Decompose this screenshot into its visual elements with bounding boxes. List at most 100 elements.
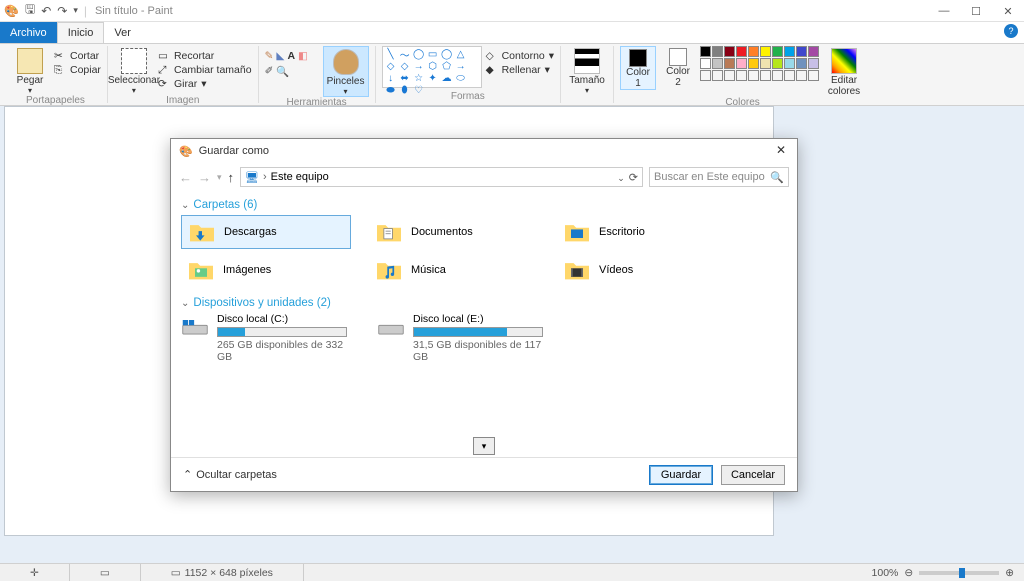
paint-icon: 🎨 xyxy=(179,145,193,158)
scissors-icon: ✂ xyxy=(54,50,66,62)
zoom-value: 100% xyxy=(872,567,899,579)
resize-button[interactable]: ⤢Cambiar tamaño xyxy=(158,64,252,76)
clipboard-icon xyxy=(17,48,43,74)
close-button[interactable]: ✕ xyxy=(992,0,1024,22)
chevron-up-icon: ⌃ xyxy=(183,468,192,481)
fill-tool[interactable]: ◣ xyxy=(276,50,284,62)
rotate-icon: ⟳ xyxy=(158,78,170,90)
size-icon xyxy=(574,48,600,74)
maximize-button[interactable]: ☐ xyxy=(960,0,992,22)
zoom-slider[interactable] xyxy=(919,571,999,575)
edit-colors-button[interactable]: Editar colores xyxy=(823,46,865,97)
color-palette[interactable] xyxy=(700,46,819,81)
drives-section-header[interactable]: ⌄ Dispositivos y unidades (2) xyxy=(181,297,787,309)
selection-icon: ▭ xyxy=(100,567,110,579)
drive-icon xyxy=(377,313,405,341)
folder-musica[interactable]: Música xyxy=(369,253,539,287)
pencil-tool[interactable]: ✎ xyxy=(265,50,274,62)
filetype-dropdown[interactable]: ▾ xyxy=(473,437,495,455)
color1-swatch xyxy=(629,49,647,67)
drive-name: Disco local (E:) xyxy=(413,313,553,325)
help-icon[interactable]: ? xyxy=(1004,24,1018,38)
folder-videos[interactable]: Vídeos xyxy=(557,253,727,287)
zoom-in-button[interactable]: ⊕ xyxy=(1005,567,1014,579)
text-tool[interactable]: A xyxy=(287,50,295,62)
tab-file[interactable]: Archivo xyxy=(0,22,57,43)
back-button[interactable]: ← xyxy=(179,170,192,185)
hide-folders-button[interactable]: ⌃ Ocultar carpetas xyxy=(183,468,277,481)
minimize-button[interactable]: — xyxy=(928,0,960,22)
folder-documentos[interactable]: Documentos xyxy=(369,215,539,249)
color2-button[interactable]: Color 2 xyxy=(660,46,696,88)
downloads-folder-icon xyxy=(188,220,216,244)
undo-icon[interactable]: ↶ xyxy=(41,4,51,18)
drive-c[interactable]: Disco local (C:) 265 GB disponibles de 3… xyxy=(181,313,357,363)
qat-dropdown-icon[interactable]: ▾ xyxy=(73,5,78,16)
tab-home[interactable]: Inicio xyxy=(57,22,105,43)
search-input[interactable]: Buscar en Este equipo 🔍 xyxy=(649,167,789,187)
dialog-close-button[interactable]: ✕ xyxy=(769,141,793,159)
tab-view[interactable]: Ver xyxy=(104,22,141,43)
paint-icon: 🎨 xyxy=(4,4,19,18)
folder-escritorio[interactable]: Escritorio xyxy=(557,215,727,249)
select-icon xyxy=(121,48,147,74)
rotate-button[interactable]: ⟳Girar ▾ xyxy=(158,78,252,90)
zoom-controls: 100% ⊖ ⊕ xyxy=(872,567,1024,579)
fill-button[interactable]: ◆Rellenar ▾ xyxy=(486,64,554,76)
shapes-gallery[interactable]: ╲〜◯▭◯△◇ ◇→⬡⬠→↓⬌ ☆✦☁⬭⬬⬮♡ xyxy=(382,46,482,88)
dims-icon: ▭ xyxy=(171,567,181,579)
folder-imagenes[interactable]: Imágenes xyxy=(181,253,351,287)
outline-button[interactable]: ◇Contorno ▾ xyxy=(486,50,554,62)
save-button[interactable]: Guardar xyxy=(649,465,713,485)
color1-button[interactable]: Color 1 xyxy=(620,46,656,90)
dialog-nav: ← → ▾ ↑ 🖥 › Este equipo ⌄⟳ Buscar en Est… xyxy=(171,163,797,191)
chevron-down-icon: ⌄ xyxy=(181,298,189,309)
dropdown-icon[interactable]: ⌄ xyxy=(617,173,625,183)
cut-button[interactable]: ✂Cortar xyxy=(54,50,101,62)
group-image: Seleccionar ▾ ▭Recortar ⤢Cambiar tamaño … xyxy=(108,46,259,103)
filetype-row: ▾ xyxy=(171,435,797,457)
color2-swatch xyxy=(669,48,687,66)
copy-icon: ⎘ xyxy=(54,64,66,76)
crop-button[interactable]: ▭Recortar xyxy=(158,50,252,62)
dialog-content: ⌄ Carpetas (6) Descargas Documentos Escr… xyxy=(171,191,797,435)
copy-button[interactable]: ⎘Copiar xyxy=(54,64,101,76)
computer-icon: 🖥 xyxy=(245,171,259,184)
group-tools: ✎ ◣ A ◧ ✐ 🔍 Pinceles ▾ Herramientas xyxy=(259,46,376,103)
outline-icon: ◇ xyxy=(486,50,498,62)
refresh-icon[interactable]: ⟳ xyxy=(629,172,638,184)
zoom-out-button[interactable]: ⊖ xyxy=(904,567,913,579)
eraser-tool[interactable]: ◧ xyxy=(298,50,308,62)
drive-icon xyxy=(181,313,209,341)
save-icon[interactable]: 🖫 xyxy=(25,0,35,21)
folders-section-header[interactable]: ⌄ Carpetas (6) xyxy=(181,199,787,211)
save-dialog: 🎨 Guardar como ✕ ← → ▾ ↑ 🖥 › Este equipo… xyxy=(170,138,798,492)
titlebar: 🎨 🖫 ↶ ↷ ▾ | Sin título - Paint — ☐ ✕ xyxy=(0,0,1024,22)
pictures-folder-icon xyxy=(187,258,215,282)
resize-icon: ⤢ xyxy=(158,64,170,76)
paste-button[interactable]: Pegar ▾ xyxy=(10,46,50,95)
picker-tool[interactable]: ✐ xyxy=(265,65,274,78)
quick-access-toolbar: 🎨 🖫 ↶ ↷ ▾ | xyxy=(4,0,87,21)
cancel-button[interactable]: Cancelar xyxy=(721,465,785,485)
cursor-pos: ✛ xyxy=(0,564,70,581)
folder-descargas[interactable]: Descargas xyxy=(181,215,351,249)
magnifier-tool[interactable]: 🔍 xyxy=(276,65,289,78)
dialog-title: Guardar como xyxy=(199,145,269,157)
drive-free-text: 265 GB disponibles de 332 GB xyxy=(217,339,357,363)
ribbon: Pegar ▾ ✂Cortar ⎘Copiar Portapapeles Sel… xyxy=(0,44,1024,106)
up-button[interactable]: ↑ xyxy=(228,170,235,185)
drive-e[interactable]: Disco local (E:) 31,5 GB disponibles de … xyxy=(377,313,553,363)
location-text: Este equipo xyxy=(271,171,329,183)
forward-button[interactable]: → xyxy=(198,170,211,185)
selection-size: ▭ xyxy=(70,564,141,581)
history-button[interactable]: ▾ xyxy=(217,172,222,183)
redo-icon[interactable]: ↷ xyxy=(57,4,67,18)
address-bar[interactable]: 🖥 › Este equipo ⌄⟳ xyxy=(240,167,643,187)
brushes-button[interactable]: Pinceles ▾ xyxy=(323,46,369,97)
chevron-down-icon: ⌄ xyxy=(181,200,189,211)
crop-icon: ▭ xyxy=(158,50,170,62)
size-button[interactable]: Tamaño ▾ xyxy=(567,46,607,95)
window-title: Sin título - Paint xyxy=(95,5,173,17)
select-button[interactable]: Seleccionar ▾ xyxy=(114,46,154,95)
